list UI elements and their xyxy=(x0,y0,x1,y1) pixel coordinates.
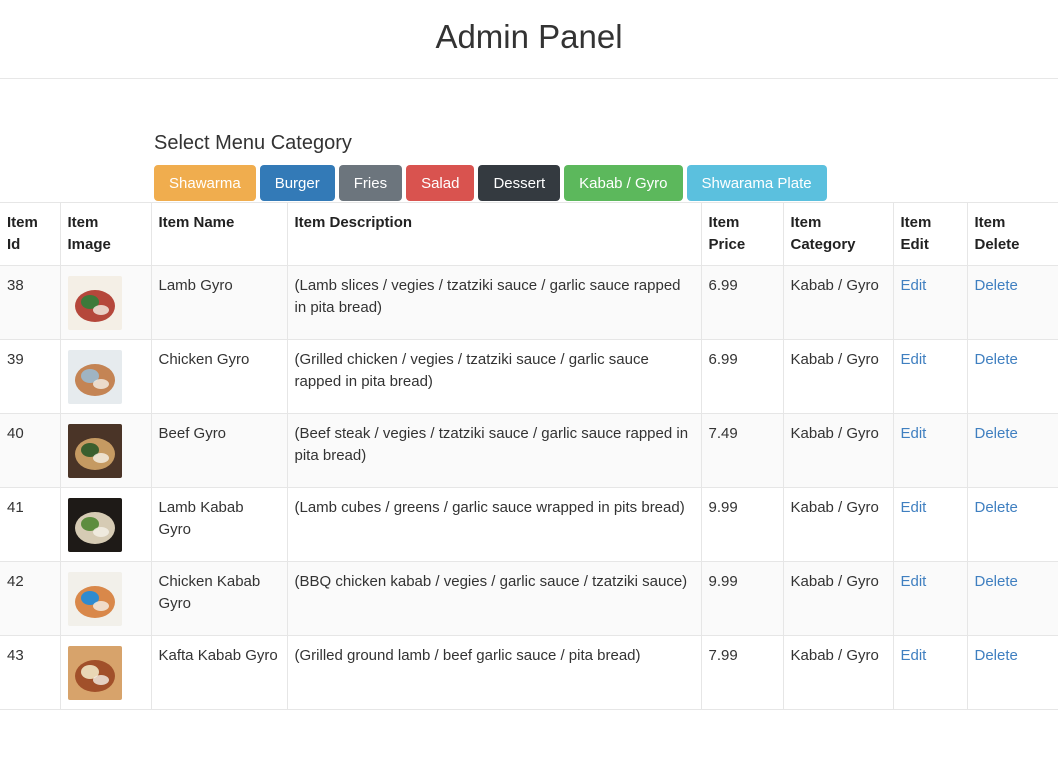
item-name: Lamb Kabab Gyro xyxy=(150,487,288,562)
item-id: 43 xyxy=(0,635,61,710)
table-row: 42 Chicken Kabab Gyro (BBQ chicken kabab /… xyxy=(0,561,1058,636)
item-description: (Beef steak / vegies / tzatziki sauce / … xyxy=(286,413,702,488)
page-title: Admin Panel xyxy=(435,18,623,55)
item-price: 7.99 xyxy=(700,635,784,710)
header-item-name: Item Name xyxy=(150,202,288,266)
item-name: Lamb Gyro xyxy=(150,265,288,340)
item-name: Kafta Kabab Gyro xyxy=(150,635,288,710)
category-button-shwarama-plate[interactable]: Shwarama Plate xyxy=(686,165,827,201)
menu-items-table-container: Item Id Item Image Item Name Item Descri… xyxy=(0,202,1058,710)
item-name: Beef Gyro xyxy=(150,413,288,488)
item-image-cell xyxy=(59,413,152,488)
page-header: Admin Panel xyxy=(0,0,1058,79)
category-button-dessert[interactable]: Dessert xyxy=(478,165,561,201)
item-thumbnail-image xyxy=(67,646,122,700)
item-category: Kabab / Gyro xyxy=(782,265,894,340)
item-image-cell xyxy=(59,339,152,414)
item-name: Chicken Kabab Gyro xyxy=(150,561,288,636)
table-row: 41 Lamb Kabab Gyro (Lamb cubes / greens / … xyxy=(0,487,1058,562)
category-button-fries[interactable]: Fries xyxy=(338,165,403,201)
item-category: Kabab / Gyro xyxy=(782,339,894,414)
item-thumbnail-image xyxy=(67,424,122,478)
item-delete-cell: Delete xyxy=(966,265,1058,340)
edit-link[interactable]: Edit xyxy=(901,573,927,590)
item-name: Chicken Gyro xyxy=(150,339,288,414)
category-button-shawarma[interactable]: Shawarma xyxy=(154,165,256,201)
table-row: 43 Kafta Kabab Gyro (Grilled ground lamb /… xyxy=(0,635,1058,710)
item-delete-cell: Delete xyxy=(966,413,1058,488)
item-image-cell xyxy=(59,265,152,340)
item-price: 9.99 xyxy=(700,561,784,636)
item-description: (BBQ chicken kabab / vegies / garlic sau… xyxy=(286,561,702,636)
item-edit-cell: Edit xyxy=(892,487,968,562)
item-image-cell xyxy=(59,561,152,636)
item-category: Kabab / Gyro xyxy=(782,413,894,488)
item-delete-cell: Delete xyxy=(966,561,1058,636)
item-price: 9.99 xyxy=(700,487,784,562)
item-id: 42 xyxy=(0,561,61,636)
edit-link[interactable]: Edit xyxy=(901,499,927,516)
header-item-edit: Item Edit xyxy=(892,202,968,266)
item-edit-cell: Edit xyxy=(892,561,968,636)
header-item-delete: Item Delete xyxy=(966,202,1058,266)
item-delete-cell: Delete xyxy=(966,339,1058,414)
item-thumbnail-image xyxy=(67,498,122,552)
header-item-id: Item Id xyxy=(0,202,61,266)
delete-link[interactable]: Delete xyxy=(975,499,1018,516)
item-price: 7.49 xyxy=(700,413,784,488)
menu-items-table: Item Id Item Image Item Name Item Descri… xyxy=(0,202,1058,710)
item-description: (Lamb slices / vegies / tzatziki sauce /… xyxy=(286,265,702,340)
item-id: 39 xyxy=(0,339,61,414)
delete-link[interactable]: Delete xyxy=(975,425,1018,442)
table-row: 39 Chicken Gyro (Grilled chicken / vegies … xyxy=(0,339,1058,414)
delete-link[interactable]: Delete xyxy=(975,351,1018,368)
item-delete-cell: Delete xyxy=(966,635,1058,710)
item-thumbnail-image xyxy=(67,350,122,404)
item-image-cell xyxy=(59,635,152,710)
category-button-salad[interactable]: Salad xyxy=(406,165,475,201)
edit-link[interactable]: Edit xyxy=(901,277,927,294)
delete-link[interactable]: Delete xyxy=(975,277,1018,294)
category-section-title: Select Menu Category xyxy=(154,132,352,154)
item-edit-cell: Edit xyxy=(892,635,968,710)
header-item-description: Item Description xyxy=(286,202,702,266)
table-row: 38 Lamb Gyro (Lamb slices / vegies / tzatz… xyxy=(0,265,1058,340)
item-thumbnail-image xyxy=(67,572,122,626)
item-price: 6.99 xyxy=(700,265,784,340)
table-header-row: Item Id Item Image Item Name Item Descri… xyxy=(0,202,1058,266)
header-item-image: Item Image xyxy=(59,202,152,266)
item-edit-cell: Edit xyxy=(892,339,968,414)
delete-link[interactable]: Delete xyxy=(975,647,1018,664)
item-thumbnail-image xyxy=(67,276,122,330)
item-edit-cell: Edit xyxy=(892,413,968,488)
edit-link[interactable]: Edit xyxy=(901,647,927,664)
table-row: 40 Beef Gyro (Beef steak / vegies / tzatzi… xyxy=(0,413,1058,488)
item-image-cell xyxy=(59,487,152,562)
header-item-price: Item Price xyxy=(700,202,784,266)
item-category: Kabab / Gyro xyxy=(782,487,894,562)
delete-link[interactable]: Delete xyxy=(975,573,1018,590)
edit-link[interactable]: Edit xyxy=(901,425,927,442)
category-button-group: Shawarma Burger Fries Salad Dessert Kabab / G… xyxy=(154,165,827,201)
item-category: Kabab / Gyro xyxy=(782,635,894,710)
item-category: Kabab / Gyro xyxy=(782,561,894,636)
item-id: 41 xyxy=(0,487,61,562)
header-item-category: Item Category xyxy=(782,202,894,266)
item-description: (Grilled chicken / vegies / tzatziki sau… xyxy=(286,339,702,414)
item-price: 6.99 xyxy=(700,339,784,414)
item-edit-cell: Edit xyxy=(892,265,968,340)
item-description: (Grilled ground lamb / beef garlic sauce… xyxy=(286,635,702,710)
item-id: 38 xyxy=(0,265,61,340)
category-button-burger[interactable]: Burger xyxy=(259,165,335,201)
item-delete-cell: Delete xyxy=(966,487,1058,562)
edit-link[interactable]: Edit xyxy=(901,351,927,368)
item-id: 40 xyxy=(0,413,61,488)
category-button-kabab-gyro[interactable]: Kabab / Gyro xyxy=(564,165,683,201)
item-description: (Lamb cubes / greens / garlic sauce wrap… xyxy=(286,487,702,562)
